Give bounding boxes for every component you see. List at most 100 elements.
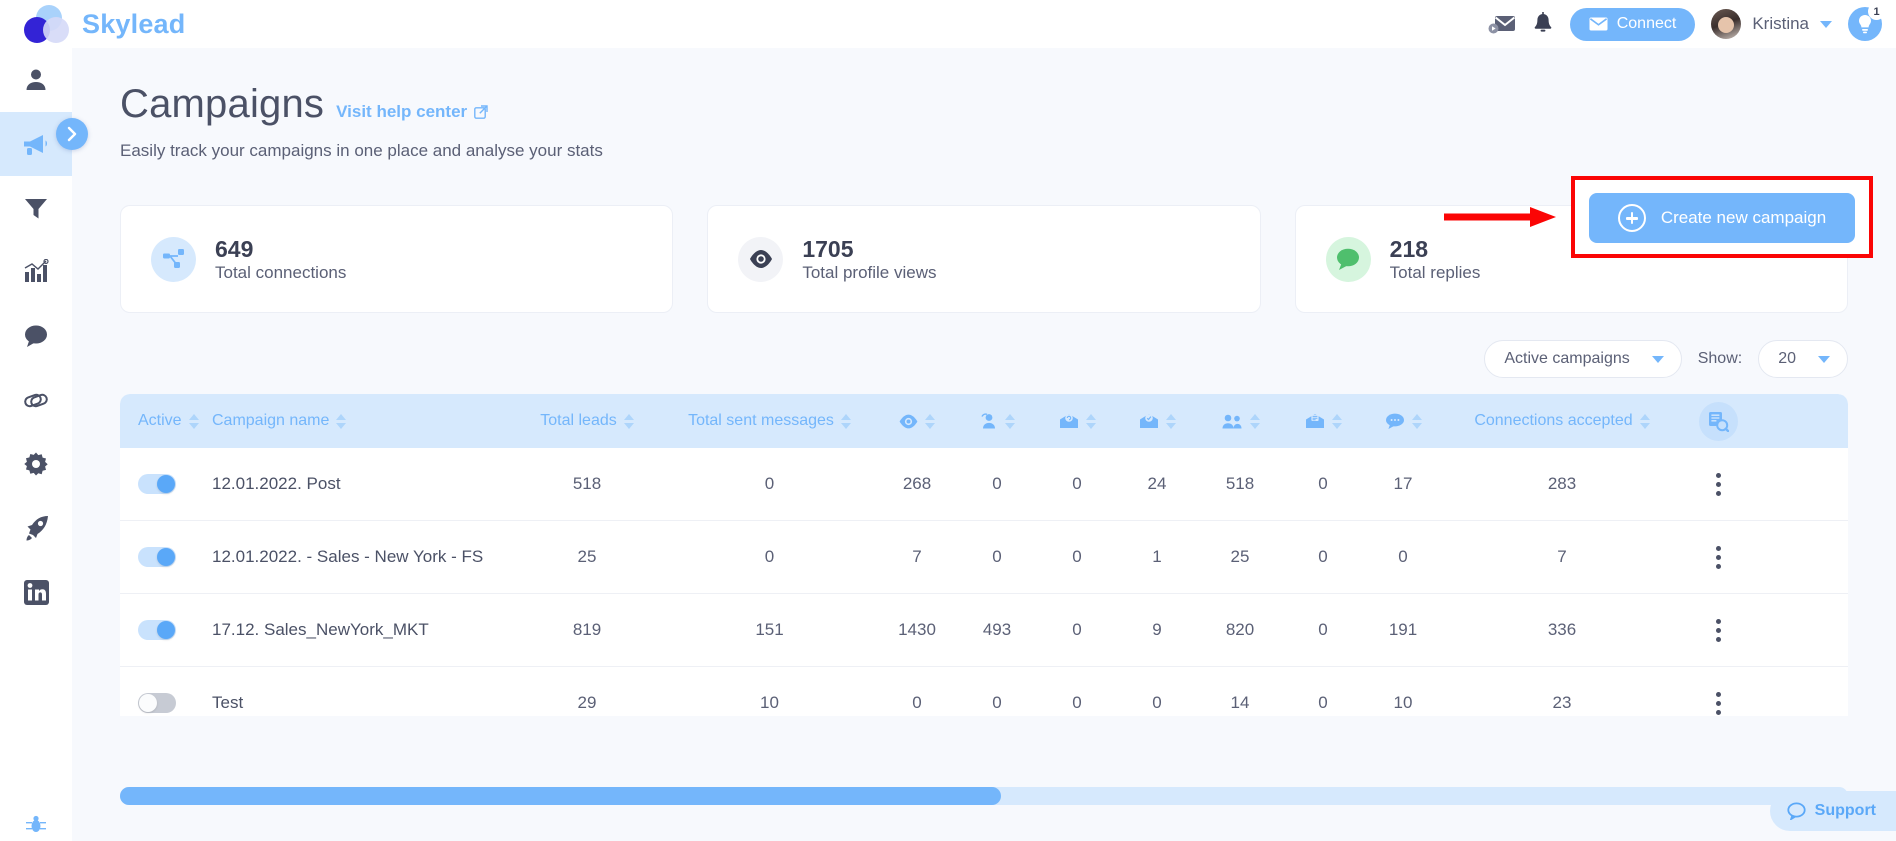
table-row[interactable]: 12.01.2022. Post 518 0 268 0 0 24 518 0 … [120,448,1848,521]
cell-inmails-opened: 1 [1152,547,1162,566]
kebab-menu-icon [1716,472,1721,496]
row-menu-button[interactable] [1681,691,1756,715]
campaign-active-toggle[interactable] [120,547,212,567]
stat-value: 218 [1389,235,1429,262]
link-icon [24,393,48,408]
toggle-switch[interactable] [138,547,176,567]
sidebar-item-upgrade[interactable] [0,496,72,560]
column-label: Total leads [540,412,617,429]
stat-label: Total profile views [802,263,937,283]
horizontal-scrollbar[interactable] [120,787,1848,805]
campaigns-table: Active Campaign name Total leads Total s… [120,394,1848,716]
eye-icon [899,414,918,428]
sidebar-item-inbox[interactable] [0,304,72,368]
cell-inmails-opened: 24 [1147,474,1167,493]
column-header-campaign-name[interactable]: Campaign name [212,394,512,448]
cell-messages: 10 [1393,693,1413,712]
page-header: Campaigns Visit help center Easily track… [72,48,1896,161]
sidebar-item-profile[interactable] [0,48,72,112]
column-header-connections[interactable] [1197,394,1283,448]
inmail-opened-icon [1139,414,1158,428]
table-row[interactable]: Test 29 10 0 0 0 0 14 0 10 23 [120,667,1848,716]
mail-video-icon[interactable] [1488,13,1516,35]
row-menu-button[interactable] [1681,472,1756,496]
chat-bubble-icon [1325,236,1371,282]
column-header-inmails-opened[interactable] [1117,394,1197,448]
cell-inmails-opened: 9 [1152,620,1162,639]
sort-icon [1165,413,1176,429]
stat-card-total-profile-views: 1705 Total profile views [707,205,1261,313]
sidebar [0,48,72,841]
help-center-link[interactable]: Visit help center [336,102,488,122]
sidebar-item-reports[interactable] [0,240,72,304]
toggle-switch[interactable] [138,693,176,713]
create-new-campaign-button[interactable]: Create new campaign [1589,193,1855,243]
campaign-name: 12.01.2022. Post [212,474,341,493]
title-row: Campaigns Visit help center [120,82,1896,127]
eye-icon [738,236,784,282]
column-customizer[interactable] [1681,394,1756,448]
cell-inmails-sent: 0 [1072,547,1082,566]
column-header-active[interactable]: Active [120,394,212,448]
person-icon [26,69,46,90]
connect-button-label: Connect [1616,15,1677,32]
brand-name: Skylead [82,8,186,39]
sidebar-item-links[interactable] [0,368,72,432]
bug-icon [26,815,46,832]
sidebar-item-settings[interactable] [0,432,72,496]
chat-icon [25,325,47,347]
campaign-active-toggle[interactable] [120,620,212,640]
kebab-menu-icon [1716,545,1721,569]
brand-logo[interactable]: Skylead [0,5,185,43]
page-size-select[interactable]: 20 [1758,340,1848,378]
cell-email-replies: 0 [1318,474,1328,493]
column-header-inmails-sent[interactable] [1037,394,1117,448]
toggle-switch[interactable] [138,474,176,494]
column-header-follows[interactable] [957,394,1037,448]
user-menu[interactable]: Kristina [1711,9,1832,39]
user-name: Kristina [1752,14,1809,33]
column-label: Active [138,412,182,429]
sidebar-item-linkedin[interactable] [0,560,72,624]
campaign-filter-select[interactable]: Active campaigns [1484,340,1682,378]
support-button[interactable]: Support [1769,791,1896,831]
page-size-value: 20 [1778,350,1796,367]
external-link-icon [474,105,488,119]
stat-value: 649 [215,235,254,262]
row-menu-button[interactable] [1681,545,1756,569]
campaign-active-toggle[interactable] [120,693,212,713]
toggle-switch[interactable] [138,620,176,640]
chat-outline-icon [1787,802,1806,820]
support-label: Support [1814,802,1876,819]
row-menu-button[interactable] [1681,618,1756,642]
avatar [1711,9,1742,39]
sidebar-expand-button[interactable] [56,118,88,150]
campaign-active-toggle[interactable] [120,474,212,494]
cell-connections: 25 [1230,547,1250,566]
column-header-profile-views[interactable] [877,394,957,448]
campaign-name: 12.01.2022. - Sales - New York - FS [212,547,484,566]
column-header-total-leads[interactable]: Total leads [512,394,662,448]
connect-button[interactable]: Connect [1569,7,1696,41]
column-header-connections-accepted[interactable]: Connections accepted [1443,394,1681,448]
table-search-icon [1699,401,1738,441]
scrollbar-thumb[interactable] [120,787,1002,805]
column-header-email-replies[interactable] [1283,394,1363,448]
tips-button[interactable]: 1 [1848,3,1885,41]
sidebar-item-filters[interactable] [0,176,72,240]
kebab-menu-icon [1716,691,1721,715]
campaign-name: Test [212,693,244,712]
bell-icon[interactable] [1532,12,1554,36]
main-content: Campaigns Visit help center Easily track… [72,48,1896,841]
annotation-arrow [1444,207,1556,227]
show-label: Show: [1697,350,1743,367]
sidebar-item-debug[interactable] [0,813,72,835]
column-header-total-sent-messages[interactable]: Total sent messages [662,394,877,448]
chevron-down-icon [1820,20,1832,28]
kebab-menu-icon [1716,618,1721,642]
help-center-label: Visit help center [336,102,468,121]
table-row[interactable]: 17.12. Sales_NewYork_MKT 819 151 1430 49… [120,594,1848,667]
cell-follows: 0 [992,547,1002,566]
column-header-messages[interactable] [1363,394,1443,448]
table-row[interactable]: 12.01.2022. - Sales - New York - FS 25 0… [120,521,1848,594]
